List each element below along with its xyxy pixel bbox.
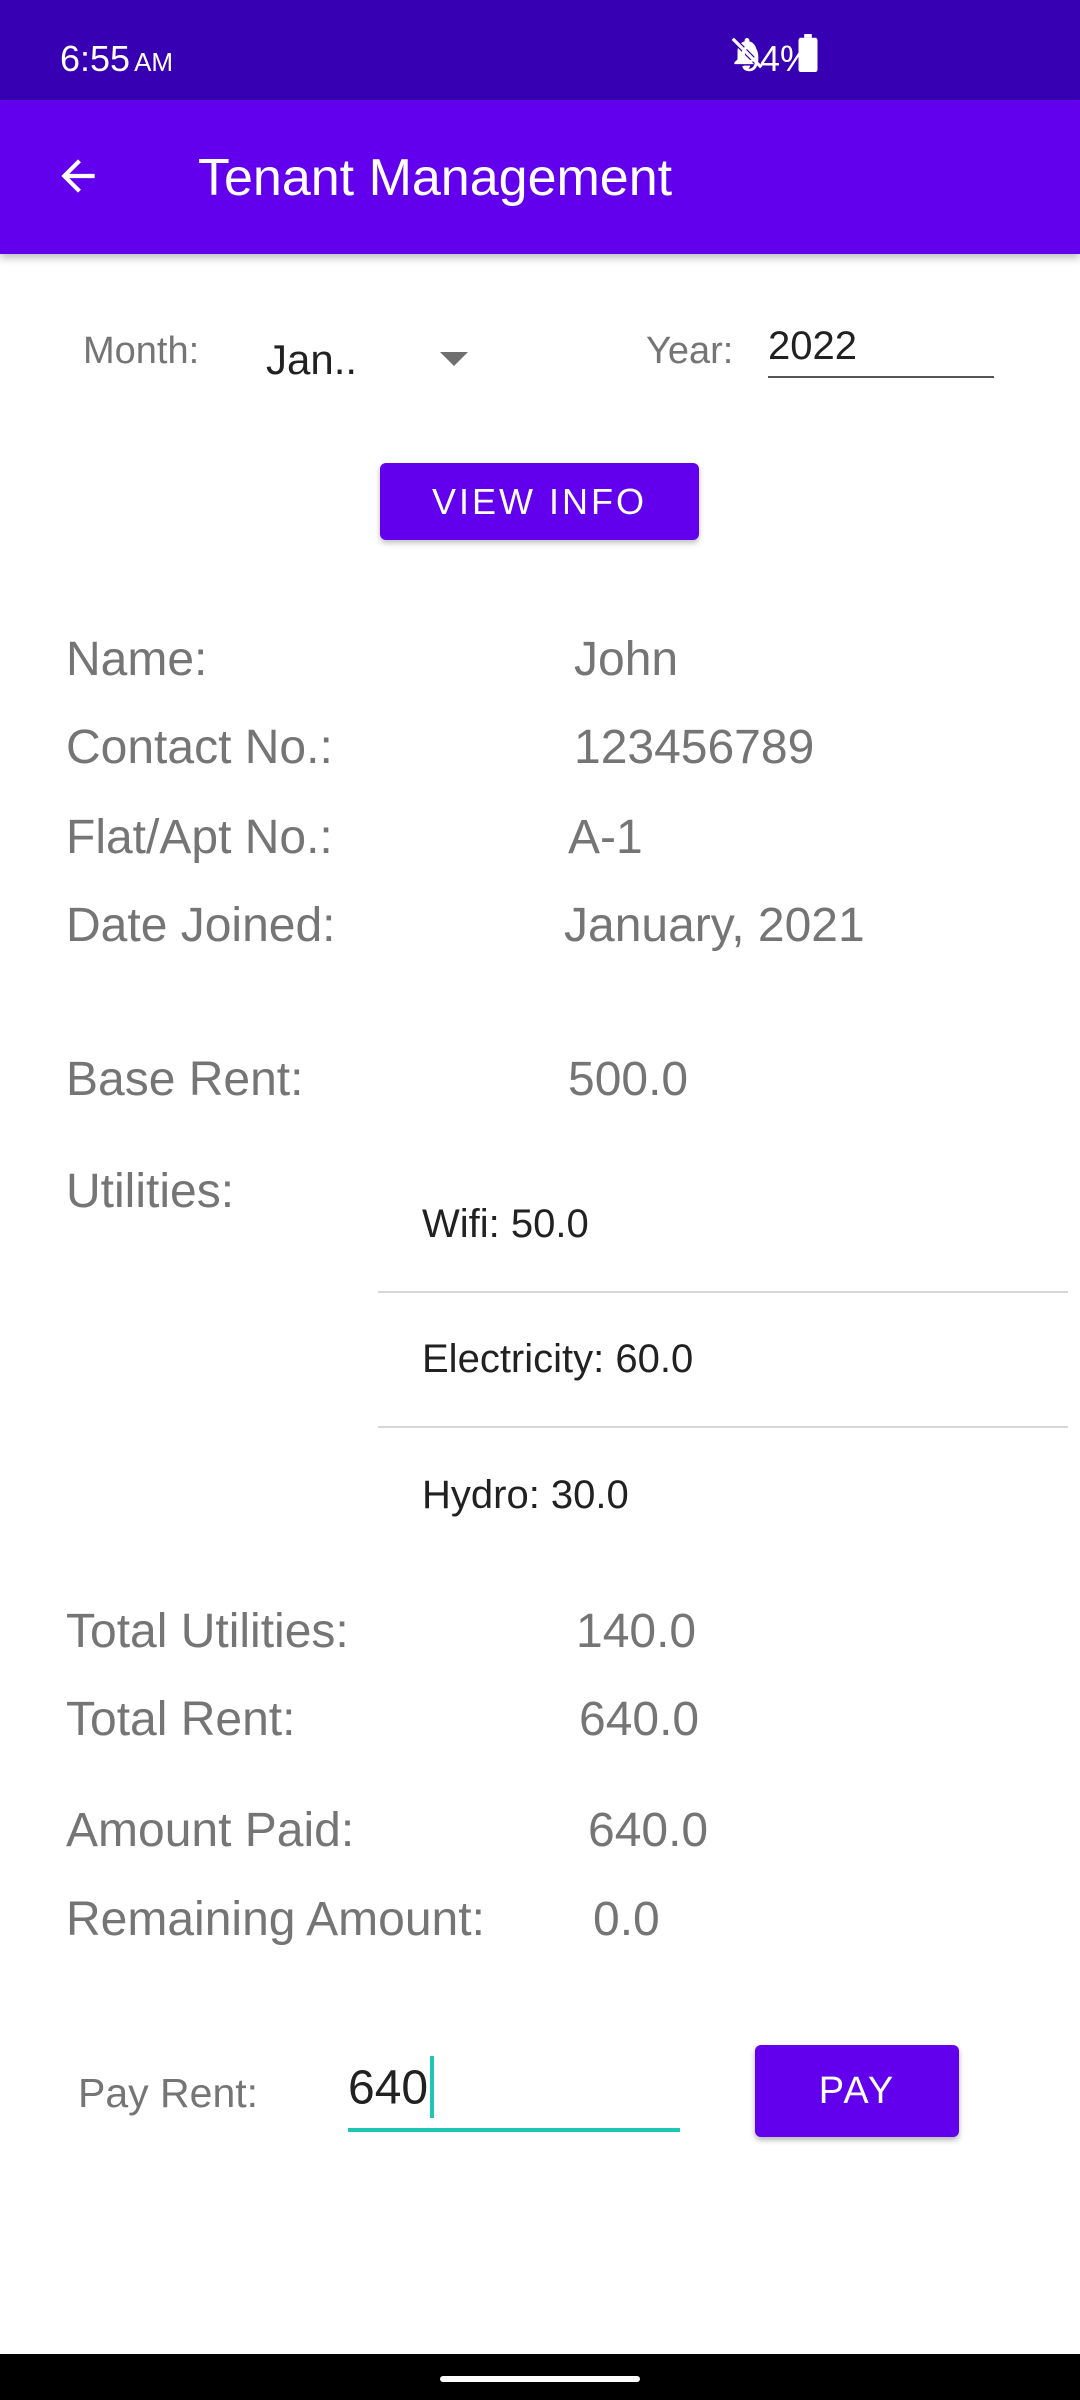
navigation-bar: [0, 2354, 1080, 2400]
utilities-label: Utilities:: [66, 1165, 235, 1218]
status-time: 6:55 AM: [60, 38, 173, 80]
date-joined-value: January, 2021: [564, 899, 865, 952]
arrow-back-icon: [53, 151, 103, 206]
list-item[interactable]: Electricity: 60.0: [378, 1293, 1068, 1428]
status-time-value: 6:55: [60, 38, 131, 79]
month-selected-value: Jan..: [266, 336, 358, 383]
view-info-button[interactable]: VIEW INFO: [380, 463, 699, 540]
pay-rent-input[interactable]: 640: [348, 2054, 680, 2132]
utilities-list: Wifi: 50.0 Electricity: 60.0 Hydro: 30.0: [378, 1158, 1068, 1563]
text-cursor: [430, 2056, 435, 2118]
year-label: Year:: [646, 330, 734, 372]
battery-percentage: 94%: [740, 38, 813, 79]
contact-value: 123456789: [574, 721, 815, 774]
name-label: Name:: [66, 633, 208, 686]
flat-label: Flat/Apt No.:: [66, 811, 333, 864]
list-item[interactable]: Wifi: 50.0: [378, 1158, 1068, 1293]
flat-value: A-1: [568, 811, 643, 864]
month-label: Month:: [83, 330, 200, 372]
back-button[interactable]: [40, 140, 116, 216]
total-utilities-value: 140.0: [576, 1605, 697, 1658]
remaining-amount-label: Remaining Amount:: [66, 1893, 485, 1946]
app-bar: Tenant Management: [0, 100, 1080, 254]
amount-paid-value: 640.0: [588, 1804, 709, 1857]
pay-rent-label: Pay Rent:: [78, 2070, 259, 2116]
status-bar: 6:55 AM 94%: [0, 0, 1080, 100]
base-rent-label: Base Rent:: [66, 1053, 304, 1106]
year-input[interactable]: 2022: [768, 318, 994, 378]
pay-rent-input-value: 640: [348, 2061, 429, 2115]
home-gesture-handle[interactable]: [440, 2376, 640, 2382]
pay-button[interactable]: PAY: [755, 2045, 959, 2137]
total-utilities-label: Total Utilities:: [66, 1605, 349, 1658]
amount-paid-label: Amount Paid:: [66, 1804, 355, 1857]
total-rent-value: 640.0: [579, 1693, 700, 1746]
contact-label: Contact No.:: [66, 721, 333, 774]
total-rent-label: Total Rent:: [66, 1693, 296, 1746]
remaining-amount-value: 0.0: [593, 1893, 660, 1946]
date-joined-label: Date Joined:: [66, 899, 336, 952]
name-value: John: [574, 633, 679, 686]
chevron-down-icon: [440, 352, 468, 366]
base-rent-value: 500.0: [568, 1053, 689, 1106]
list-item[interactable]: Hydro: 30.0: [378, 1428, 1068, 1563]
status-time-ampm: AM: [134, 47, 174, 77]
page-title: Tenant Management: [198, 149, 673, 207]
